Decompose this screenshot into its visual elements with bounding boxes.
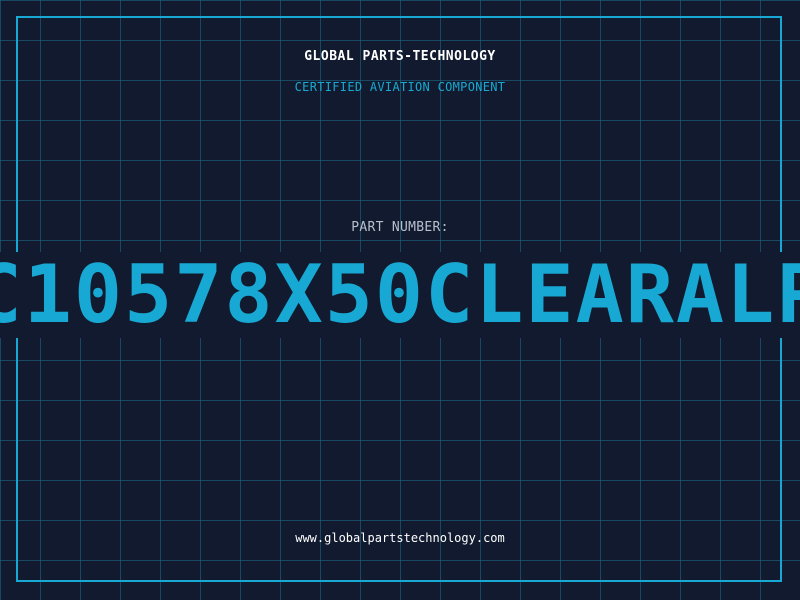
part-number-label: PART NUMBER: xyxy=(351,220,449,235)
certification-subtitle: CERTIFIED AVIATION COMPONENT xyxy=(294,80,506,94)
part-number-band: VC10578X50CLEARALPH xyxy=(0,252,800,338)
part-label-card: GLOBAL PARTS-TECHNOLOGY CERTIFIED AVIATI… xyxy=(0,0,800,600)
website-url: www.globalpartstechnology.com xyxy=(295,531,505,545)
part-number-value: VC10578X50CLEARALPH xyxy=(0,252,800,338)
company-name: GLOBAL PARTS-TECHNOLOGY xyxy=(304,49,496,64)
